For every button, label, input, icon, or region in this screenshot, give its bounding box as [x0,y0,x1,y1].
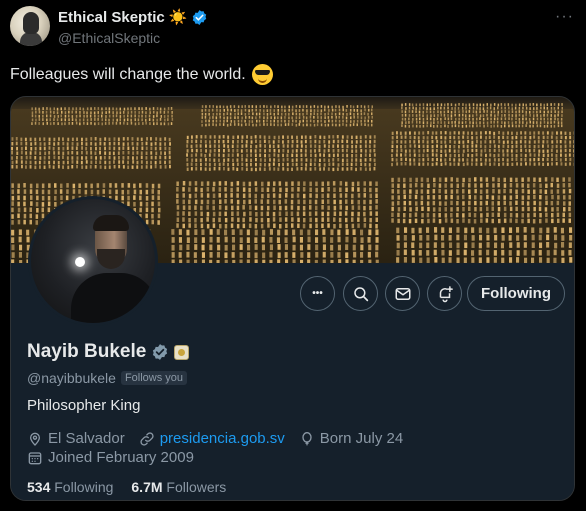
location-item: El Salvador [27,430,125,447]
author-avatar[interactable] [10,6,50,46]
verified-badge-icon [193,10,207,25]
follow-stats: 534 Following 6.7M Followers [27,479,226,495]
author-handle[interactable]: @EthicalSkeptic [58,30,160,46]
website-link[interactable]: presidencia.gob.sv [160,430,285,447]
followers-stat[interactable]: 6.7M Followers [131,479,226,495]
profile-name[interactable]: Nayib Bukele [27,341,146,363]
tweet-header: Ethical Skeptic ☀️ @EthicalSkeptic ··· [10,6,576,50]
following-stat-label: Following [54,479,114,495]
sunglasses-emoji-icon [251,64,273,85]
joined-row: Joined February 2009 [27,449,194,466]
joined-item: Joined February 2009 [27,449,194,466]
search-button[interactable] [343,276,378,311]
profile-name-row[interactable]: Nayib Bukele [27,341,190,363]
verified-gray-badge-icon [153,344,168,360]
more-button-label: ••• [312,288,323,299]
following-stat[interactable]: 534 Following [27,479,113,495]
followers-count: 6.7M [131,479,163,495]
more-button[interactable]: ••• [300,276,335,311]
calendar-icon [28,451,42,464]
more-options-icon[interactable]: ··· [555,8,574,26]
government-affiliation-icon[interactable] [174,344,190,360]
location-pin-icon [29,432,41,446]
link-icon [140,431,154,446]
website-item[interactable]: presidencia.gob.sv [139,430,285,447]
author-name-row[interactable]: Ethical Skeptic ☀️ [58,9,208,26]
profile-avatar[interactable] [28,196,158,326]
notifications-button[interactable] [427,276,462,311]
birthday-item: Born July 24 [299,430,403,447]
follows-you-badge: Follows you [120,371,188,385]
message-button[interactable] [385,276,420,311]
joined-text: Joined February 2009 [48,449,194,466]
location-text: El Salvador [48,430,125,447]
sun-emoji-icon: ☀️ [168,9,188,26]
tweet-text: Folleagues will change the world. [10,65,246,83]
search-icon [353,286,368,301]
following-count: 534 [27,479,51,495]
followers-stat-label: Followers [166,479,227,495]
balloon-icon [302,431,312,445]
profile-meta-row: El Salvador presidencia.gob.sv Born July… [27,430,403,447]
envelope-icon [395,287,410,300]
profile-handle: @nayibbukele [27,370,116,386]
bell-plus-icon [439,285,453,302]
profile-handle-row: @nayibbukele Follows you [27,370,188,386]
following-button[interactable]: Following [467,276,565,311]
birthday-text: Born July 24 [319,430,404,447]
tweet-text-row: Folleagues will change the world. [10,64,273,85]
author-name[interactable]: Ethical Skeptic [58,9,165,26]
profile-bio: Philosopher King [27,397,141,414]
